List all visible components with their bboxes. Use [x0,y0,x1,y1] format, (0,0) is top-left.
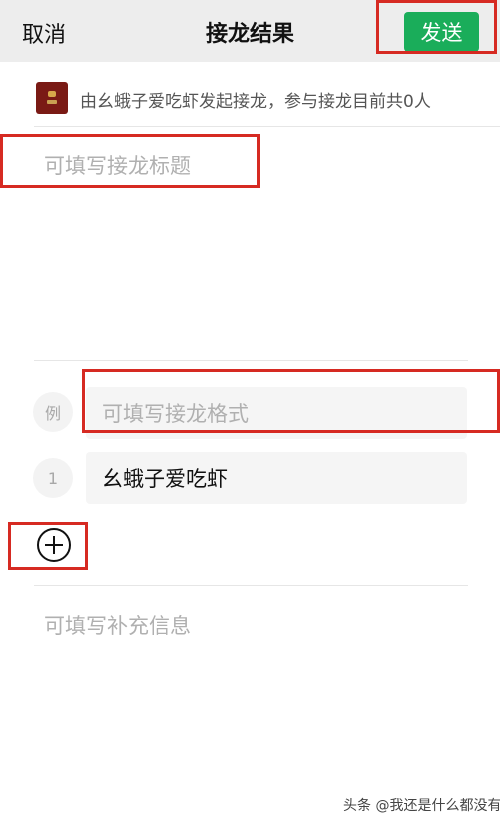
divider [34,360,468,361]
entry-input[interactable]: 幺蛾子爱吃虾 [86,452,467,504]
format-input[interactable]: 可填写接龙格式 [86,387,467,439]
entry-index: 1 [33,458,73,498]
watermark: 头条 @我还是什么都没有 [343,798,500,814]
extra-info-input[interactable]: 可填写补充信息 [44,610,191,640]
format-example-label: 例 [33,392,73,432]
top-bar: 取消 接龙结果 发送 [0,0,500,62]
send-button[interactable]: 发送 [404,12,479,52]
divider [34,126,500,127]
plus-circle-icon[interactable] [34,525,74,565]
avatar [36,82,68,114]
initiator-text: 由幺蛾子爱吃虾发起接龙，参与接龙目前共0人 [80,92,431,112]
divider [34,585,468,586]
initiator-row: 由幺蛾子爱吃虾发起接龙，参与接龙目前共0人 [0,62,500,126]
title-input[interactable]: 可填写接龙标题 [44,150,191,180]
